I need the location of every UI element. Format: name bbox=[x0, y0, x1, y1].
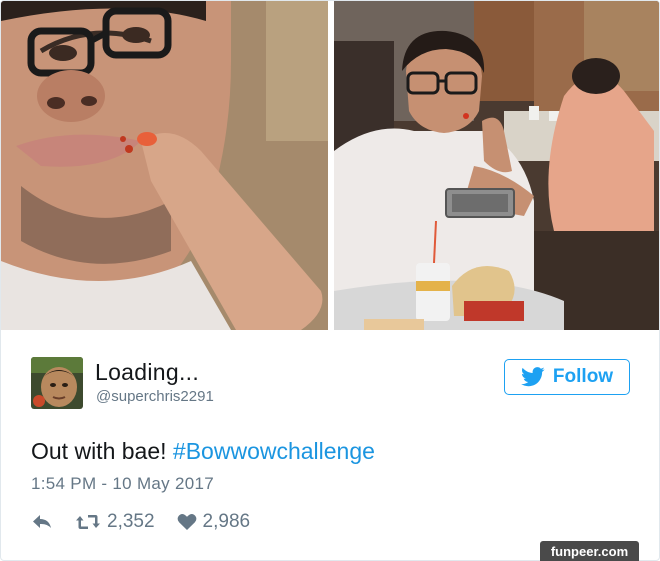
reply-button[interactable] bbox=[31, 513, 53, 531]
site-watermark: funpeer.com bbox=[540, 541, 639, 561]
tweet-timestamp[interactable]: 1:54 PM - 10 May 2017 bbox=[31, 474, 214, 494]
user-avatar[interactable] bbox=[31, 357, 83, 409]
tweet-text-body: Out with bae! bbox=[31, 438, 173, 464]
tweet-photo-closeup[interactable] bbox=[1, 1, 328, 330]
follow-button-label: Follow bbox=[552, 366, 614, 387]
tweet-actions: 2,352 2,986 bbox=[31, 510, 250, 534]
user-display-name[interactable]: Loading... bbox=[95, 359, 199, 386]
tweet-text: Out with bae! #Bowwowchallenge bbox=[31, 438, 375, 465]
heart-icon bbox=[177, 513, 197, 531]
retweet-icon bbox=[75, 513, 101, 531]
retweet-button[interactable]: 2,352 bbox=[75, 511, 155, 533]
tweet-media bbox=[1, 1, 659, 330]
reply-icon bbox=[31, 513, 53, 531]
tweet-card: Loading... @superchris2291 Follow Out wi… bbox=[0, 0, 660, 561]
like-button[interactable]: 2,986 bbox=[177, 511, 251, 533]
twitter-bird-icon bbox=[520, 367, 545, 387]
user-handle[interactable]: @superchris2291 bbox=[96, 388, 214, 405]
hashtag-link[interactable]: #Bowwowchallenge bbox=[173, 438, 375, 464]
tweet-photo-selfie[interactable] bbox=[334, 1, 659, 330]
follow-button[interactable]: Follow bbox=[504, 359, 630, 395]
like-count: 2,986 bbox=[202, 511, 251, 532]
retweet-count: 2,352 bbox=[107, 511, 155, 532]
